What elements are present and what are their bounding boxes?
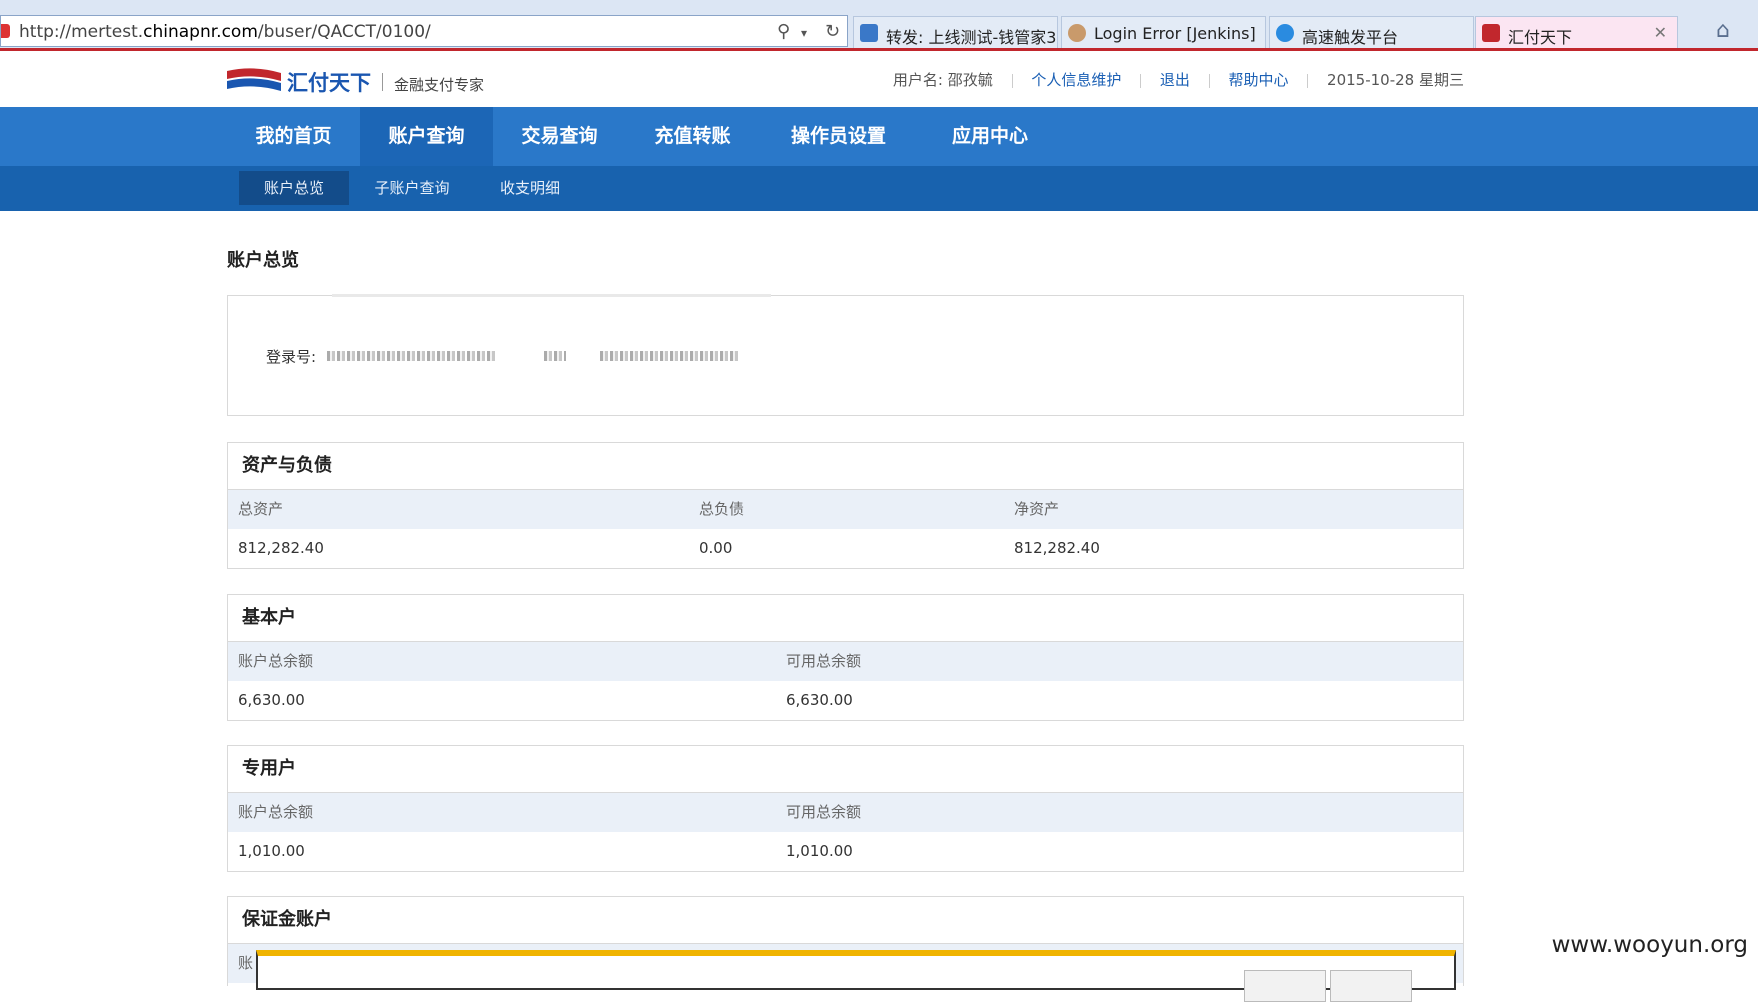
col-net-assets: 净资产 bbox=[1014, 500, 1060, 518]
page-title: 账户总览 bbox=[227, 250, 299, 271]
chevron-down-icon[interactable]: ▾ bbox=[801, 26, 807, 40]
divider bbox=[1140, 73, 1142, 88]
table-row: 6,630.00 6,630.00 bbox=[228, 681, 1463, 720]
close-tab-icon[interactable]: ✕ bbox=[1654, 23, 1667, 42]
panel-title: 保证金账户 bbox=[228, 897, 1463, 944]
browser-tab-active[interactable]: 汇付天下 ✕ bbox=[1475, 16, 1678, 49]
basic-account-panel: 基本户 账户总余额 可用总余额 6,630.00 6,630.00 bbox=[227, 594, 1464, 721]
username-label: 用户名: 邵孜毓 bbox=[892, 71, 993, 89]
help-link[interactable]: 帮助中心 bbox=[1228, 69, 1288, 90]
address-bar[interactable]: http://mertest.chinapnr.com/buser/QACCT/… bbox=[0, 15, 848, 47]
chinapnr-favicon-icon bbox=[1482, 24, 1500, 42]
assets-liabilities-panel: 资产与负债 总资产 总负债 净资产 812,282.40 0.00 812,28… bbox=[227, 442, 1464, 569]
browser-chrome: http://mertest.chinapnr.com/buser/QACCT/… bbox=[0, 0, 1758, 50]
profile-link[interactable]: 个人信息维护 bbox=[1031, 69, 1121, 90]
home-icon[interactable]: ⌂ bbox=[1716, 18, 1730, 43]
col-total-assets: 总资产 bbox=[238, 500, 284, 518]
col-total-balance: 账户总余额 bbox=[238, 652, 314, 670]
table-header-row: 账户总余额 可用总余额 bbox=[228, 793, 1463, 832]
panel-title: 专用户 bbox=[228, 746, 1463, 793]
table-row: 1,010.00 1,010.00 bbox=[228, 832, 1463, 871]
search-icon[interactable]: ⚲ bbox=[777, 21, 790, 42]
nav-item-account-query[interactable]: 账户查询 bbox=[360, 107, 493, 166]
refresh-icon[interactable]: ↻ bbox=[825, 21, 840, 42]
jenkins-icon bbox=[1068, 24, 1086, 42]
subnav-account-overview[interactable]: 账户总览 bbox=[239, 171, 349, 205]
top-links: 用户名: 邵孜毓 个人信息维护 退出 帮助中心 2015-10-28 星期三 bbox=[893, 69, 1464, 90]
browser-tab-2[interactable]: Login Error [Jenkins] bbox=[1061, 16, 1266, 49]
special-account-panel: 专用户 账户总余额 可用总余额 1,010.00 1,010.00 bbox=[227, 745, 1464, 872]
table-row: 812,282.40 0.00 812,282.40 bbox=[228, 529, 1463, 568]
redacted-login-id bbox=[327, 351, 495, 361]
logout-link[interactable]: 退出 bbox=[1160, 69, 1190, 90]
redacted-mark bbox=[544, 351, 566, 361]
current-date: 2015-10-28 星期三 bbox=[1327, 71, 1464, 89]
nav-item-transaction-query[interactable]: 交易查询 bbox=[493, 107, 626, 166]
total-assets-value: 812,282.40 bbox=[238, 539, 324, 557]
site-top-border bbox=[0, 48, 1758, 51]
divider bbox=[1208, 73, 1210, 88]
total-liabilities-value: 0.00 bbox=[699, 539, 733, 557]
available-balance-value: 6,630.00 bbox=[786, 691, 853, 709]
sub-nav: 账户总览 子账户查询 收支明细 bbox=[0, 166, 1758, 211]
logo-slogan: 金融支付专家 bbox=[394, 76, 485, 94]
logo-divider bbox=[382, 73, 383, 91]
nav-item-home[interactable]: 我的首页 bbox=[227, 107, 360, 166]
logo-mark-icon bbox=[227, 68, 281, 91]
dialog-button[interactable] bbox=[1330, 970, 1412, 1002]
table-header-row: 账户总余额 可用总余额 bbox=[228, 642, 1463, 681]
total-balance-value: 6,630.00 bbox=[238, 691, 305, 709]
watermark: www.wooyun.org bbox=[1551, 932, 1748, 958]
subnav-income-expense[interactable]: 收支明细 bbox=[475, 171, 585, 205]
ie-icon bbox=[1276, 24, 1294, 42]
login-info-box: 登录号: bbox=[227, 294, 1464, 416]
nav-item-operator-settings[interactable]: 操作员设置 bbox=[759, 107, 918, 166]
available-balance-value: 1,010.00 bbox=[786, 842, 853, 860]
logo-name: 汇付天下 bbox=[287, 71, 371, 95]
col-partial-label: 账 bbox=[238, 954, 254, 972]
net-assets-value: 812,282.40 bbox=[1014, 539, 1100, 557]
main-nav: 我的首页 账户查询 交易查询 充值转账 操作员设置 应用中心 bbox=[0, 107, 1758, 166]
nav-item-recharge-transfer[interactable]: 充值转账 bbox=[626, 107, 759, 166]
table-header-row: 总资产 总负债 净资产 bbox=[228, 490, 1463, 529]
total-balance-value: 1,010.00 bbox=[238, 842, 305, 860]
divider bbox=[1011, 73, 1013, 88]
login-id-label: 登录号: bbox=[266, 348, 317, 366]
col-available-balance: 可用总余额 bbox=[786, 652, 862, 670]
divider bbox=[1307, 73, 1309, 88]
dialog-button[interactable] bbox=[1244, 970, 1326, 1002]
browser-tab-3[interactable]: 高速触发平台 bbox=[1269, 16, 1474, 49]
col-available-balance: 可用总余额 bbox=[786, 803, 862, 821]
col-total-balance: 账户总余额 bbox=[238, 803, 314, 821]
box-top-accent bbox=[332, 294, 771, 297]
browser-tab-1[interactable]: 转发: 上线测试-钱管家3... bbox=[853, 16, 1058, 49]
address-url[interactable]: http://mertest.chinapnr.com/buser/QACCT/… bbox=[19, 22, 431, 42]
mail-icon bbox=[860, 24, 878, 42]
nav-item-app-center[interactable]: 应用中心 bbox=[918, 107, 1062, 166]
panel-title: 资产与负债 bbox=[228, 443, 1463, 490]
redacted-customer-id bbox=[600, 351, 740, 361]
col-total-liabilities: 总负债 bbox=[699, 500, 745, 518]
subnav-sub-account-query[interactable]: 子账户查询 bbox=[357, 171, 467, 205]
overlay-dialog bbox=[256, 950, 1456, 1002]
site-favicon-icon bbox=[1, 24, 10, 38]
panel-title: 基本户 bbox=[228, 595, 1463, 642]
